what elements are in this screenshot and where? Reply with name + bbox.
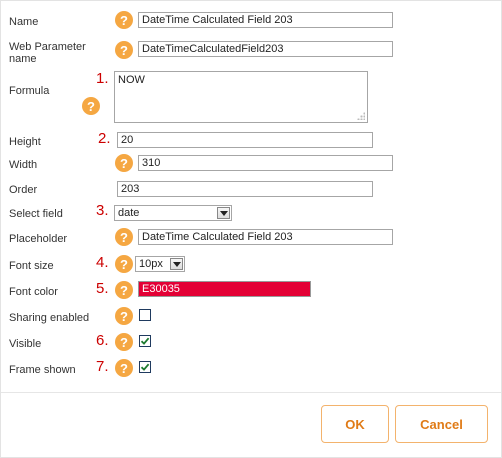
visible-label: Visible [9,338,42,350]
chevron-down-icon[interactable] [170,258,183,270]
step-marker-2: 2. [98,130,111,147]
cancel-button[interactable]: Cancel [395,405,488,443]
help-icon[interactable]: ? [115,228,133,246]
frame-shown-checkbox[interactable] [139,361,151,373]
check-icon [140,337,150,345]
help-icon[interactable]: ? [115,41,133,59]
height-label: Height [9,136,41,148]
web-parameter-name-input[interactable]: DateTimeCalculatedField203 [138,41,393,57]
sharing-enabled-checkbox[interactable] [139,309,151,321]
sharing-enabled-label: Sharing enabled [9,312,90,324]
font-size-label: Font size [9,260,54,272]
name-label: Name [9,16,39,28]
properties-dialog: Name ? DateTime Calculated Field 203 Web… [0,0,502,458]
formula-textarea[interactable]: NOW [114,71,368,123]
step-marker-1: 1. [96,70,109,87]
step-marker-4: 4. [96,254,109,271]
font-color-input[interactable]: E30035 [138,281,311,297]
help-icon[interactable]: ? [115,11,133,29]
select-field-dropdown[interactable]: date [114,205,232,221]
order-input[interactable]: 203 [117,181,373,197]
order-label: Order [9,184,38,196]
step-marker-3: 3. [96,202,109,219]
help-icon[interactable]: ? [82,97,100,115]
help-icon[interactable]: ? [115,281,133,299]
check-icon [140,363,150,371]
footer-divider [1,392,501,393]
step-marker-7: 7. [96,358,109,375]
step-marker-6: 6. [96,332,109,349]
chevron-down-icon[interactable] [217,207,230,219]
formula-label: Formula [9,85,50,97]
name-input[interactable]: DateTime Calculated Field 203 [138,12,393,28]
select-field-label: Select field [9,208,63,220]
font-color-label: Font color [9,286,58,298]
web-parameter-name-label: Web Parameter name [9,41,86,65]
step-marker-5: 5. [96,280,109,297]
width-input[interactable]: 310 [138,155,393,171]
width-label: Width [9,159,38,171]
formula-value: NOW [118,74,145,86]
visible-checkbox[interactable] [139,335,151,347]
help-icon[interactable]: ? [115,333,133,351]
height-input[interactable]: 20 [117,132,373,148]
help-icon[interactable]: ? [115,154,133,172]
help-icon[interactable]: ? [115,307,133,325]
font-size-dropdown[interactable]: 10px [135,256,185,272]
placeholder-label: Placeholder [9,233,68,245]
ok-button[interactable]: OK [321,405,389,443]
help-icon[interactable]: ? [115,255,133,273]
font-size-value: 10px [139,258,163,270]
frame-shown-label: Frame shown [9,364,76,376]
placeholder-input[interactable]: DateTime Calculated Field 203 [138,229,393,245]
help-icon[interactable]: ? [115,359,133,377]
select-field-value: date [118,207,140,219]
resize-grip-icon[interactable] [357,112,365,120]
